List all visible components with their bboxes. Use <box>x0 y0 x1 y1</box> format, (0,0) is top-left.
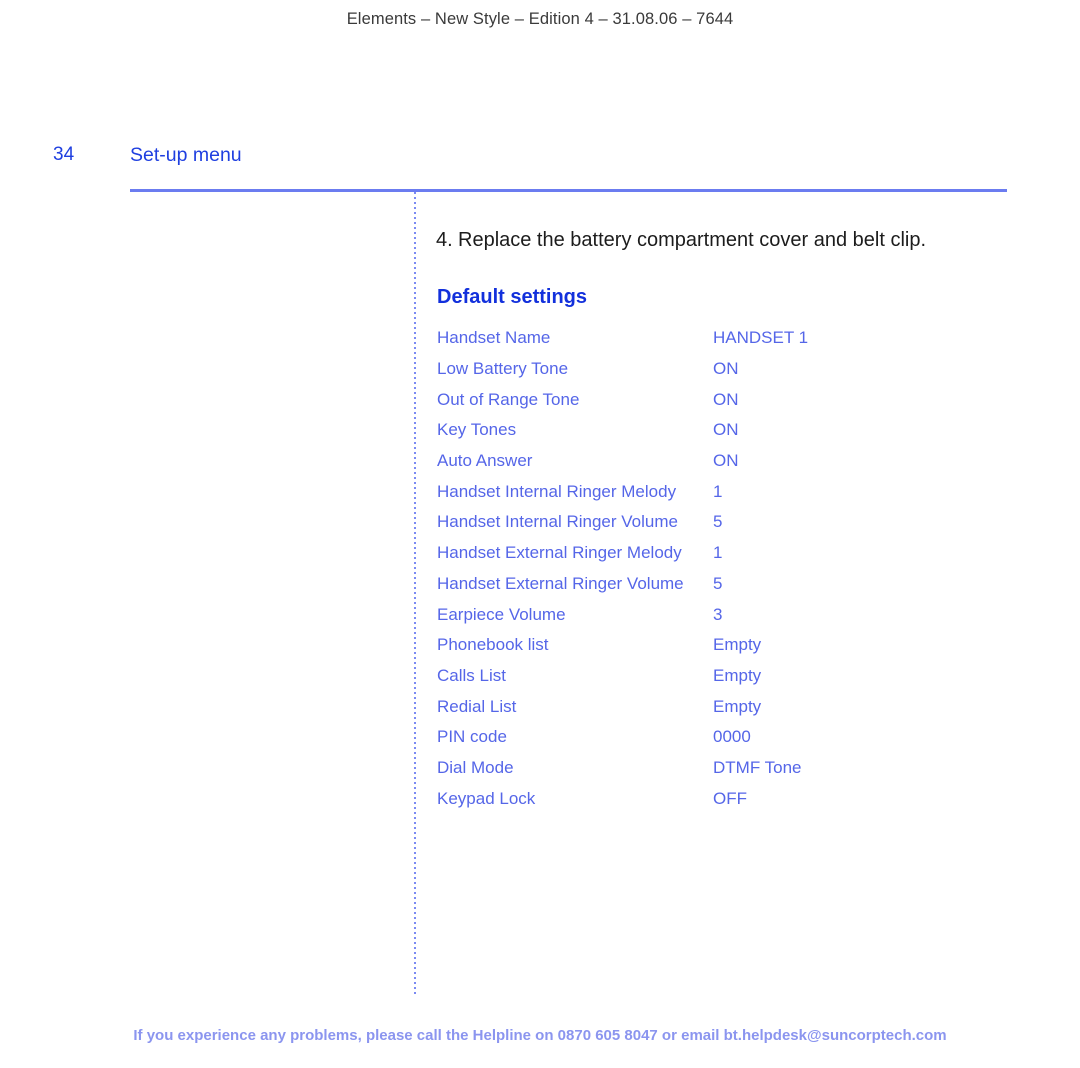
setting-value-cell: 0000 <box>713 727 751 747</box>
setting-name-cell: Handset Internal Ringer Melody <box>437 481 677 501</box>
setting-name-cell: Calls List <box>437 665 506 685</box>
setting-value-cell: DTMF Tone <box>713 757 802 777</box>
setting-name-cell: Earpiece Volume <box>437 604 566 624</box>
table-row: Handset External Ringer Melody 1 <box>437 538 957 569</box>
instruction-step: 4. Replace the battery compartment cover … <box>436 229 926 252</box>
setting-name-cell: Out of Range Tone <box>437 389 580 409</box>
table-row: Key Tones ON <box>437 415 957 446</box>
default-settings-heading: Default settings <box>437 286 588 308</box>
table-row: Redial List Empty <box>437 691 957 722</box>
setting-name-cell: Low Battery Tone <box>437 359 569 379</box>
table-row: Low Battery Tone ON <box>437 354 957 385</box>
table-row: Calls List Empty <box>437 661 957 692</box>
table-row: Phonebook list Empty <box>437 630 957 661</box>
setting-value-cell: Empty <box>713 635 762 655</box>
setting-value-cell: ON <box>713 420 739 440</box>
setting-value-cell: 1 <box>713 481 723 501</box>
setting-value-cell: 3 <box>713 604 723 624</box>
setting-name-cell: Redial List <box>437 696 517 716</box>
default-settings-table: Handset Name HANDSET 1 Low Battery Tone ON O… <box>437 323 957 814</box>
setting-name-cell: Phonebook list <box>437 635 549 655</box>
table-row: Keypad Lock OFF <box>437 783 957 814</box>
main-content-column: 4. Replace the battery compartment cover … <box>0 0 1080 1068</box>
table-row: Handset External Ringer Volume 5 <box>437 569 957 600</box>
table-row: Handset Internal Ringer Melody 1 <box>437 476 957 507</box>
table-row: Handset Internal Ringer Volume 5 <box>437 507 957 538</box>
setting-name-cell: Auto Answer <box>437 451 533 471</box>
setting-value-cell: ON <box>713 389 739 409</box>
setting-value-cell: OFF <box>713 788 747 808</box>
table-row: PIN code 0000 <box>437 722 957 753</box>
table-row: Handset Name HANDSET 1 <box>437 323 957 354</box>
table-row: Dial Mode DTMF Tone <box>437 753 957 784</box>
table-row: Out of Range Tone ON <box>437 384 957 415</box>
instruction-step-text: Replace the battery compartment cover an… <box>458 229 927 251</box>
table-row: Earpiece Volume 3 <box>437 599 957 630</box>
setting-name-cell: Keypad Lock <box>437 788 536 808</box>
setting-name-cell: Handset Name <box>437 328 551 348</box>
default-settings-table-body: Handset Name HANDSET 1 Low Battery Tone ON O… <box>437 323 957 814</box>
setting-name-cell: Handset External Ringer Melody <box>437 543 682 563</box>
setting-value-cell: 5 <box>713 573 723 593</box>
setting-value-cell: 1 <box>713 543 723 563</box>
setting-name-cell: PIN code <box>437 727 507 747</box>
setting-name-cell: Handset External Ringer Volume <box>437 573 684 593</box>
setting-value-cell: 5 <box>713 512 723 532</box>
setting-value-cell: Empty <box>713 696 762 716</box>
table-row: Auto Answer ON <box>437 446 957 477</box>
footer-helpline-text: If you experience any problems, please c… <box>133 1027 947 1044</box>
setting-name-cell: Dial Mode <box>437 757 514 777</box>
setting-value-cell: Empty <box>713 665 762 685</box>
setting-name-cell: Key Tones <box>437 420 517 440</box>
setting-value-cell: ON <box>713 359 739 379</box>
setting-value-cell: HANDSET 1 <box>713 328 809 348</box>
instruction-step-number: 4. <box>436 229 453 251</box>
setting-name-cell: Handset Internal Ringer Volume <box>437 512 678 532</box>
setting-value-cell: ON <box>713 451 739 471</box>
